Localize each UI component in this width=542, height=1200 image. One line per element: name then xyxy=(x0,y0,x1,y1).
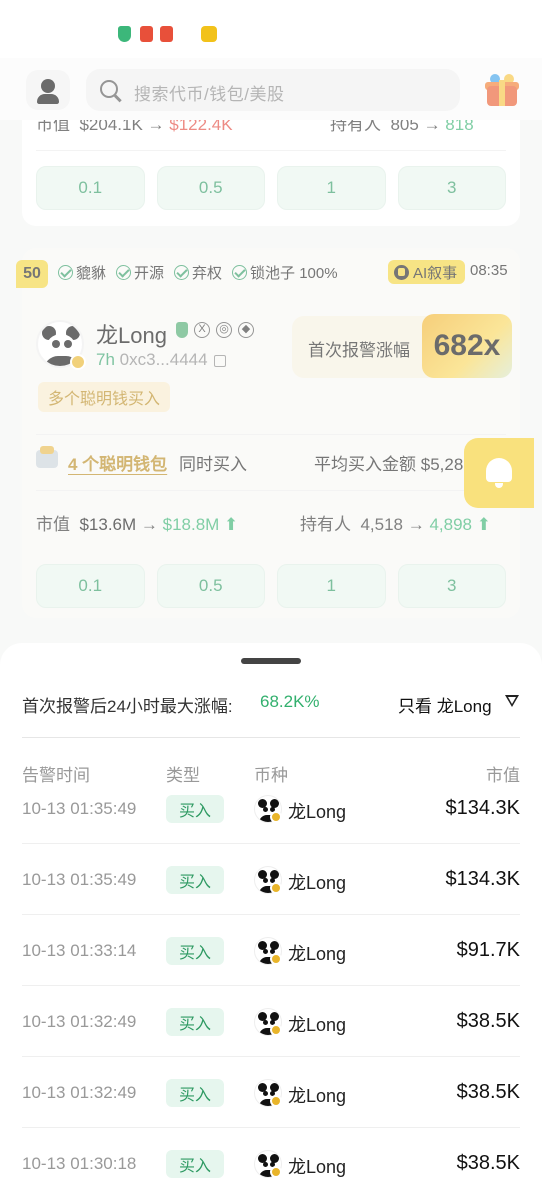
row-coin: 龙Long xyxy=(288,1157,347,1177)
max-gain-value: 68.2K% xyxy=(260,692,320,711)
table-row[interactable]: 10-13 01:32:49 买入 龙Long $38.5K xyxy=(0,986,542,1057)
row-time: 10-13 01:30:18 xyxy=(22,1154,137,1173)
row-time: 10-13 01:33:14 xyxy=(22,941,137,960)
chain-coin-icon xyxy=(270,882,282,894)
row-mcap: $38.5K xyxy=(456,1081,520,1103)
sheet-drag-handle[interactable] xyxy=(241,658,301,664)
chain-coin-icon xyxy=(270,811,282,823)
row-mcap: $134.3K xyxy=(445,868,520,890)
row-coin: 龙Long xyxy=(288,1015,347,1035)
row-time: 10-13 01:35:49 xyxy=(22,799,137,818)
shield-icon xyxy=(118,26,131,42)
sheet-title: 首次报警后24小时最大涨幅: xyxy=(22,697,233,716)
chain-coin-icon xyxy=(270,1166,282,1178)
chain-coin-icon xyxy=(270,1024,282,1036)
table-row[interactable]: 10-13 01:30:18 买入 龙Long $38.5K xyxy=(0,1128,542,1199)
app-notification-icon xyxy=(201,26,217,42)
chain-coin-icon xyxy=(270,953,282,965)
row-type-badge: 买入 xyxy=(166,937,224,965)
row-type-badge: 买入 xyxy=(166,866,224,894)
filter-icon[interactable] xyxy=(505,695,519,707)
row-coin: 龙Long xyxy=(288,873,347,893)
divider xyxy=(22,737,520,738)
row-type-badge: 买入 xyxy=(166,1150,224,1178)
status-bar xyxy=(0,0,542,58)
row-mcap: $91.7K xyxy=(456,939,520,961)
table-row[interactable]: 10-13 01:32:49 买入 龙Long $38.5K xyxy=(0,1057,542,1128)
row-type-badge: 买入 xyxy=(166,1008,224,1036)
row-mcap: $134.3K xyxy=(445,797,520,819)
alert-history-sheet: 首次报警后24小时最大涨幅: 68.2K% 只看 龙Long 告警时间 类型 币… xyxy=(0,643,542,1200)
row-coin: 龙Long xyxy=(288,1086,347,1106)
row-time: 10-13 01:32:49 xyxy=(22,1012,137,1031)
token-filter-button[interactable]: 只看 龙Long xyxy=(398,692,492,717)
table-row[interactable]: 10-13 01:35:49 买入 龙Long $134.3K xyxy=(0,773,542,844)
row-time: 10-13 01:32:49 xyxy=(22,1083,137,1102)
row-mcap: $38.5K xyxy=(456,1010,520,1032)
chain-coin-icon xyxy=(270,1095,282,1107)
row-coin: 龙Long xyxy=(288,944,347,964)
notification-icon xyxy=(160,26,173,42)
row-time: 10-13 01:35:49 xyxy=(22,870,137,889)
row-type-badge: 买入 xyxy=(166,795,224,823)
notification-icon xyxy=(140,26,153,42)
table-row[interactable]: 10-13 01:33:14 买入 龙Long $91.7K xyxy=(0,915,542,986)
row-mcap: $38.5K xyxy=(456,1152,520,1174)
table-row[interactable]: 10-13 01:35:49 买入 龙Long $134.3K xyxy=(0,844,542,915)
row-type-badge: 买入 xyxy=(166,1079,224,1107)
row-coin: 龙Long xyxy=(288,802,347,822)
